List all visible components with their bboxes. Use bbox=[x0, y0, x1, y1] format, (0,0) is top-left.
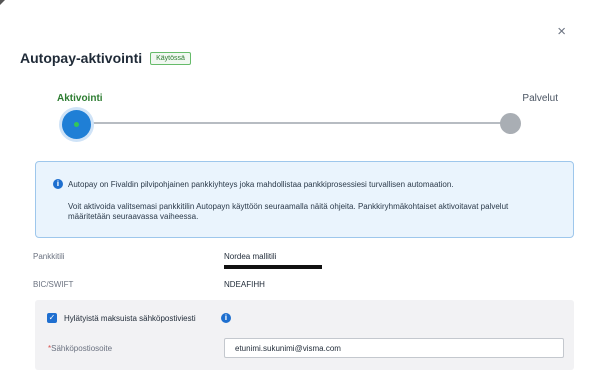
info-box: i Autopay on Fivaldin pilvipohjainen pan… bbox=[35, 161, 574, 238]
bic-value: NDEAFIHH bbox=[224, 280, 265, 289]
close-icon[interactable]: × bbox=[557, 24, 566, 39]
notification-panel: ✓ Hylätyistä maksuista sähköpostiviesti … bbox=[35, 300, 574, 370]
dialog-header: Autopay-aktivointi Käytössä bbox=[20, 50, 191, 66]
info-text-intro: Autopay on Fivaldin pilvipohjainen pankk… bbox=[68, 180, 454, 189]
account-label: Pankkitili bbox=[33, 252, 65, 261]
step-label-aktivointi: Aktivointi bbox=[57, 93, 103, 104]
step-pending-indicator[interactable] bbox=[500, 113, 521, 134]
info-text-instructions: Voit aktivoida valitsemasi pankkitilin A… bbox=[68, 202, 509, 221]
bic-label: BIC/SWIFT bbox=[33, 280, 74, 289]
info-tooltip-icon[interactable]: i bbox=[221, 313, 231, 323]
email-label-text: Sähköpostiosoite bbox=[51, 344, 113, 353]
account-name: Nordea mallitili bbox=[224, 252, 277, 261]
account-number-redacted bbox=[224, 265, 322, 269]
step-active-dot bbox=[74, 122, 79, 127]
step-label-palvelut: Palvelut bbox=[522, 93, 558, 104]
step-active-indicator[interactable] bbox=[62, 110, 91, 139]
window-corner bbox=[0, 0, 5, 5]
email-input[interactable] bbox=[224, 338, 564, 358]
stepper-track bbox=[77, 122, 512, 124]
rejected-payments-label: Hylätyistä maksuista sähköpostiviesti bbox=[64, 314, 196, 323]
info-icon: i bbox=[53, 179, 63, 189]
email-label: *Sähköpostiosoite bbox=[48, 344, 112, 353]
status-badge: Käytössä bbox=[150, 51, 191, 65]
dialog-title: Autopay-aktivointi bbox=[20, 50, 143, 66]
rejected-payments-checkbox[interactable]: ✓ bbox=[47, 313, 57, 323]
